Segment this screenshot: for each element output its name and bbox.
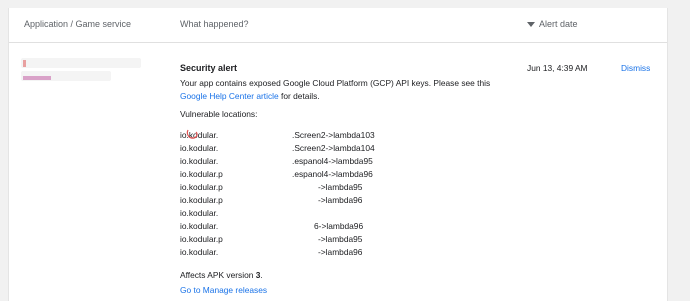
dismiss-button[interactable]: Dismiss (621, 63, 650, 73)
redaction-mark (23, 76, 51, 80)
help-center-link[interactable]: Google Help Center article (180, 91, 279, 101)
alert-date: Jun 13, 4:39 AM (527, 63, 588, 73)
alert-description: Your app contains exposed Google Cloud P… (180, 77, 500, 103)
location-end: ->lambda96 (318, 247, 363, 257)
vulnerable-location: io.kodular.p .espanol4->lambda96 (180, 168, 380, 180)
vulnerable-location: io.kodular. .Screen2->lambda104 (180, 142, 380, 154)
manage-releases-link[interactable]: Go to Manage releases (180, 285, 267, 295)
location-start: io.kodular.p (180, 182, 223, 192)
vulnerable-location: io.kodular.p ->lambda95 (180, 181, 380, 193)
location-start: io.kodular.p (180, 169, 223, 179)
alert-description-suffix: for details. (278, 91, 320, 101)
affects-apk-version: Affects APK version 3. (180, 270, 263, 280)
vulnerable-location: io.kodular.p ->lambda96 (180, 194, 380, 206)
vulnerable-location: io.kodular. ->lambda96 (180, 246, 380, 258)
location-start: io.kodular. (180, 143, 219, 153)
vulnerable-location: io.kodular. 6->lambda96 (180, 220, 380, 232)
alerts-card: Application / Game service What happened… (8, 8, 668, 301)
location-end: .Screen2->lambda103 (292, 130, 375, 140)
location-end: .espanol4->lambda95 (292, 156, 373, 166)
column-header-what-happened: What happened? (180, 19, 249, 29)
app-name-redacted (21, 58, 161, 98)
sort-down-icon[interactable] (527, 22, 535, 27)
red-scribble-mark (186, 129, 198, 139)
affects-suffix: . (260, 270, 263, 280)
vulnerable-locations-label: Vulnerable locations: (180, 109, 258, 119)
column-header-alert-date[interactable]: Alert date (539, 19, 578, 29)
location-start: io.kodular.p (180, 195, 223, 205)
location-end: .Screen2->lambda104 (292, 143, 375, 153)
location-start: io.kodular.p (180, 234, 223, 244)
alert-description-text: Your app contains exposed Google Cloud P… (180, 78, 491, 88)
vulnerable-location: io.kodular. (180, 207, 380, 219)
location-end: ->lambda95 (318, 234, 363, 244)
alert-title: Security alert (180, 63, 238, 73)
vulnerable-location: io.kodular. .Screen2->lambda103 (180, 129, 380, 141)
location-end: .espanol4->lambda96 (292, 169, 373, 179)
table-header: Application / Game service What happened… (9, 8, 667, 43)
vulnerable-location: io.kodular. .espanol4->lambda95 (180, 155, 380, 167)
column-header-app[interactable]: Application / Game service (24, 19, 131, 29)
location-end: 6->lambda96 (314, 221, 364, 231)
redaction-mark (23, 60, 26, 67)
redacted-app-name (21, 58, 141, 68)
location-start: io.kodular. (180, 156, 219, 166)
location-end: ->lambda96 (318, 195, 363, 205)
location-start: io.kodular. (180, 247, 219, 257)
location-start: io.kodular. (180, 208, 219, 218)
affects-label: Affects APK version (180, 270, 256, 280)
location-end: ->lambda95 (318, 182, 363, 192)
location-start: io.kodular. (180, 221, 219, 231)
vulnerable-location: io.kodular.p ->lambda95 (180, 233, 380, 245)
